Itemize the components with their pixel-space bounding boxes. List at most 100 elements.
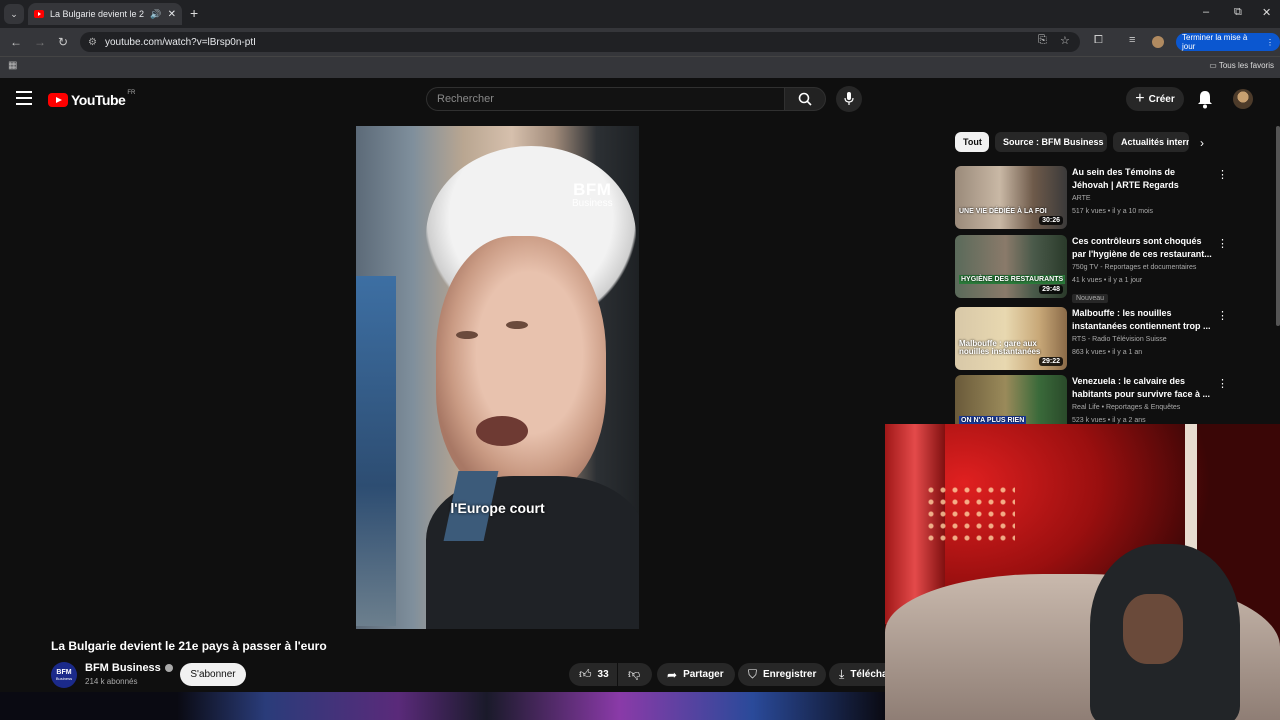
extensions-icon[interactable]: ⧠ <box>1094 34 1103 47</box>
recommendation-title[interactable]: Au sein des Témoins de Jéhovah | ARTE Re… <box>1072 166 1212 192</box>
site-info-icon[interactable]: ⚙ <box>88 37 97 48</box>
video-thumbnail[interactable]: Malbouffe : gare aux nouilles instantané… <box>955 307 1067 370</box>
more-actions-icon[interactable]: ⋮ <box>1217 309 1228 322</box>
minimize-icon[interactable]: – <box>1203 6 1209 18</box>
download-button[interactable]: ⤓ Télécha <box>829 663 885 686</box>
notifications-bell-icon[interactable] <box>1196 89 1214 109</box>
search-button[interactable] <box>784 87 826 111</box>
voice-search-button[interactable] <box>836 86 862 112</box>
recommendation-title[interactable]: Venezuela : le calvaire des habitants po… <box>1072 375 1212 401</box>
recommendation-title[interactable]: Malbouffe : les nouilles instantanées co… <box>1072 307 1212 333</box>
recommendation-channel[interactable]: Real Life • Reportages & Enquêtes <box>1072 401 1212 415</box>
video-player[interactable]: BFM Business l'Europe court <box>356 126 639 629</box>
thumbs-down-icon: 👎︎ <box>628 667 641 681</box>
channel-avatar[interactable]: BFM Business <box>51 662 77 688</box>
reload-icon[interactable]: ↻ <box>58 35 68 49</box>
thumbnail-text: UNE VIE DÉDIÉE À LA FOI <box>959 208 1047 215</box>
youtube-play-icon <box>48 93 68 107</box>
channel-name-link[interactable]: BFM Business <box>85 662 173 674</box>
profile-avatar[interactable] <box>1152 36 1164 48</box>
chip-all[interactable]: Tout <box>955 132 989 152</box>
share-label: Partager <box>683 669 724 680</box>
like-button[interactable]: 👍︎ 33 <box>569 663 617 686</box>
browser-tab[interactable]: La Bulgarie devient le 21e p 🔊 ✕ <box>28 3 182 25</box>
recommendation-title[interactable]: Ces contrôleurs sont choqués par l'hygiè… <box>1072 235 1212 261</box>
create-button[interactable]: + Créer <box>1126 87 1184 111</box>
duration-badge: 29:48 <box>1039 285 1063 294</box>
hamburger-menu-icon[interactable] <box>16 91 32 105</box>
back-icon[interactable]: ← <box>10 35 22 49</box>
save-label: Enregistrer <box>763 669 817 680</box>
address-bar[interactable]: ⚙ youtube.com/watch?v=lBrsp0n-ptI <box>80 32 1080 52</box>
install-app-icon[interactable]: ⎘ <box>1038 34 1047 47</box>
duration-badge: 29:22 <box>1039 357 1063 366</box>
channel-name: BFM Business <box>85 662 161 674</box>
webcam-person-face <box>1123 594 1183 664</box>
watermark-line1: BFM <box>573 180 612 199</box>
recommendation-item[interactable]: HYGIÈNE DES RESTAURANTS 29:48 Ces contrô… <box>955 235 1228 303</box>
close-tab-icon[interactable]: ✕ <box>168 9 176 20</box>
tab-search-icon[interactable]: ⌄ <box>4 4 24 24</box>
more-actions-icon[interactable]: ⋮ <box>1217 237 1228 250</box>
search-input[interactable]: Rechercher <box>426 87 784 111</box>
close-window-icon[interactable]: ✕ <box>1262 6 1271 19</box>
new-badge: Nouveau <box>1072 294 1109 303</box>
chevron-right-icon[interactable]: › <box>1200 136 1204 150</box>
recommendation-channel[interactable]: ARTE <box>1072 192 1212 206</box>
tab-title: La Bulgarie devient le 21e p <box>50 9 145 19</box>
maximize-icon[interactable]: ⧉ <box>1234 6 1242 19</box>
apps-grid-icon[interactable]: ▦ <box>8 60 17 71</box>
video-thumbnail[interactable]: HYGIÈNE DES RESTAURANTS 29:48 <box>955 235 1067 298</box>
video-title: La Bulgarie devient le 21e pays à passer… <box>51 639 327 653</box>
thumbs-up-icon: 👍︎ <box>579 667 592 681</box>
more-actions-icon[interactable]: ⋮ <box>1217 377 1225 390</box>
thumbnail-text: Malbouffe : gare aux nouilles instantané… <box>959 339 1041 356</box>
recommendation-item[interactable]: Malbouffe : gare aux nouilles instantané… <box>955 307 1228 370</box>
chip-source-bfm[interactable]: Source : BFM Business <box>995 132 1107 152</box>
microphone-icon <box>844 92 854 105</box>
update-button[interactable]: Terminer la mise à jour ⋮ <box>1176 33 1280 51</box>
video-subject-eye <box>506 321 528 329</box>
more-menu-icon: ⋮ <box>1266 37 1274 47</box>
recommendation-info: Malbouffe : les nouilles instantanées co… <box>1072 307 1212 359</box>
youtube-wordmark: YouTube <box>71 92 126 108</box>
recommendation-meta: 517 k vues • il y a 10 mois <box>1072 208 1154 215</box>
forward-icon[interactable]: → <box>34 35 46 49</box>
video-subject-mouth <box>476 416 528 446</box>
subscriber-count: 214 k abonnés <box>85 677 138 686</box>
more-actions-icon[interactable]: ⋮ <box>1217 168 1228 181</box>
bookmark-star-icon[interactable]: ☆ <box>1060 34 1070 47</box>
all-bookmarks[interactable]: ▭ Tous les favoris <box>1209 61 1274 70</box>
chip-news[interactable]: Actualités intern <box>1113 132 1189 152</box>
recommendation-info: Ces contrôleurs sont choqués par l'hygiè… <box>1072 235 1212 305</box>
page-scrollbar[interactable] <box>1276 126 1280 326</box>
country-code: FR <box>127 90 136 96</box>
youtube-logo[interactable]: YouTube FR <box>48 90 136 108</box>
download-label: Télécha <box>850 669 885 680</box>
video-thumbnail[interactable]: ON N'A PLUS RIEN <box>955 375 1067 424</box>
dislike-button[interactable]: 👎︎ <box>618 663 652 686</box>
thumbnail-text: ON N'A PLUS RIEN <box>959 416 1027 424</box>
audio-playing-icon[interactable]: 🔊 <box>150 9 161 20</box>
recommendation-item[interactable]: ON N'A PLUS RIEN Venezuela : le calvaire… <box>955 375 1225 424</box>
video-background <box>356 276 396 626</box>
webcam-overlay <box>885 424 1280 720</box>
account-avatar[interactable] <box>1233 89 1253 109</box>
webcam-lamp-pole <box>1185 424 1197 564</box>
channel-logo-line2: Business <box>55 676 73 681</box>
channel-logo-line1: BFM <box>56 669 72 676</box>
recommendation-item[interactable]: UNE VIE DÉDIÉE À LA FOI 30:26 Au sein de… <box>955 166 1228 229</box>
new-tab-icon[interactable]: + <box>190 5 198 21</box>
watermark-line2: Business <box>572 198 613 209</box>
subscribe-button[interactable]: S'abonner <box>180 663 246 686</box>
recommendation-channel[interactable]: RTS - Radio Télévision Suisse <box>1072 333 1212 347</box>
verified-badge-icon <box>164 664 173 672</box>
save-button[interactable]: ⛉ Enregistrer <box>738 663 826 686</box>
recommendation-info: Au sein des Témoins de Jéhovah | ARTE Re… <box>1072 166 1212 218</box>
recommendation-meta: 863 k vues • il y a 1 an <box>1072 349 1143 356</box>
video-thumbnail[interactable]: UNE VIE DÉDIÉE À LA FOI 30:26 <box>955 166 1067 229</box>
share-button[interactable]: ➦ Partager <box>657 663 735 686</box>
recommendation-channel[interactable]: 750g TV - Reportages et documentaires <box>1072 261 1212 275</box>
reading-list-icon[interactable]: ≡ <box>1129 34 1135 46</box>
search-placeholder: Rechercher <box>437 93 494 105</box>
